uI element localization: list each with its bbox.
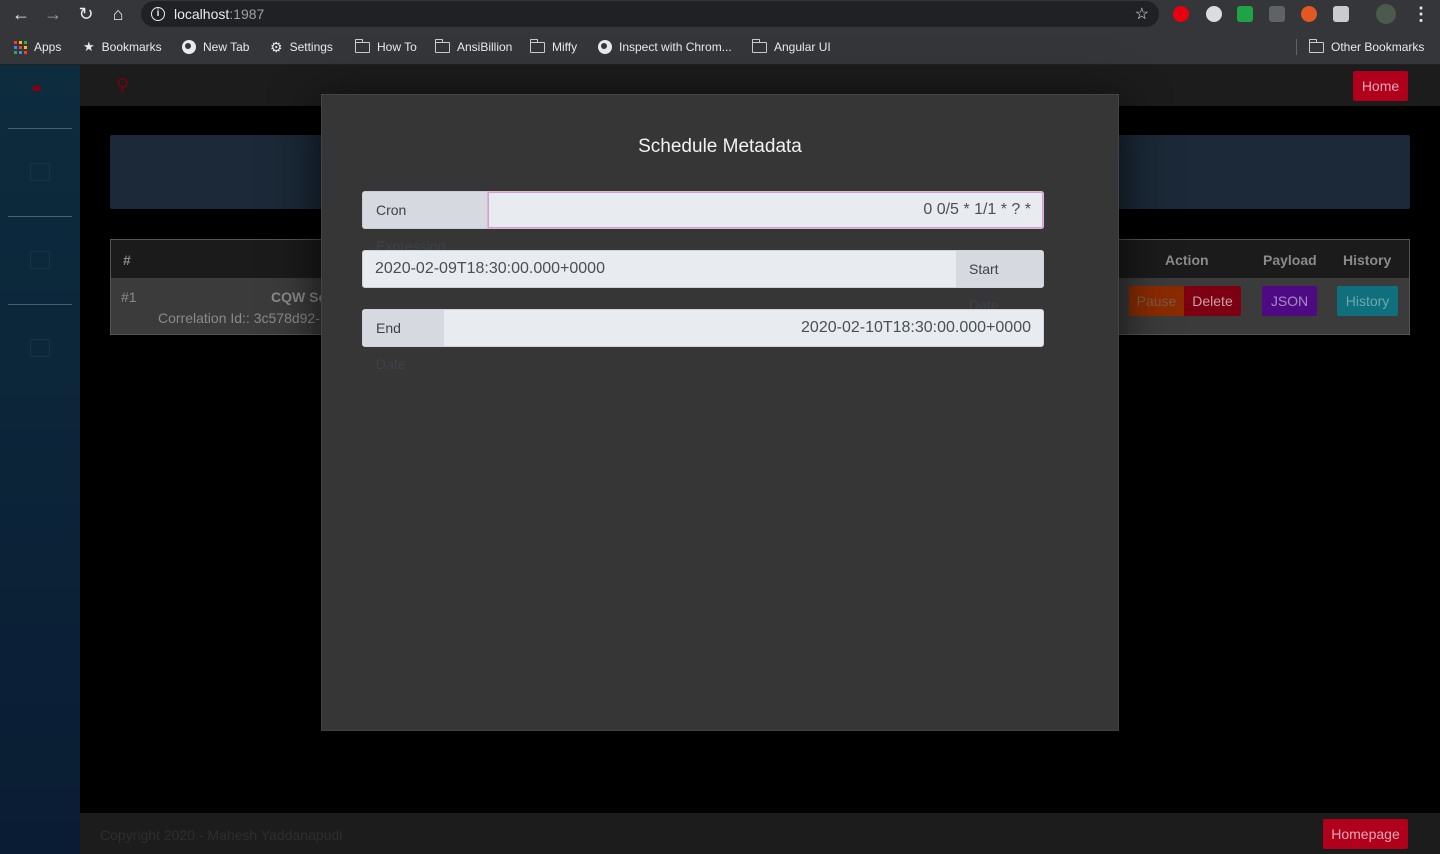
bookmark-label: Bookmarks — [101, 40, 162, 54]
sidebar-item-icon[interactable] — [30, 251, 50, 269]
sidebar-divider — [8, 216, 72, 217]
extension-tools-icon[interactable] — [1206, 6, 1222, 22]
globe-icon — [182, 40, 196, 54]
extension-red-icon[interactable] — [1173, 6, 1189, 22]
start-date-group: 2020-02-09T18:30:00.000+0000 Start Date — [362, 250, 1044, 313]
gear-icon: ⚙ — [270, 38, 283, 55]
bookmark-settings[interactable]: ⚙ Settings — [270, 39, 333, 55]
folder-icon — [1308, 38, 1324, 53]
end-date-group: End Date 2020-02-10T18:30:00.000+0000 — [362, 309, 1044, 372]
forward-icon[interactable]: → — [41, 3, 65, 25]
bookmark-star-icon[interactable]: ☆ — [1135, 4, 1149, 24]
bookmark-ansibillion[interactable]: AnsiBillion — [434, 38, 513, 55]
address-bar[interactable]: i localhost:1987 ☆ — [141, 1, 1159, 27]
row-name: CQW Sc — [271, 289, 327, 305]
row-correlation-id: Correlation Id:: 3c578d92- — [158, 310, 320, 326]
bookmark-label: Miffy — [552, 40, 578, 54]
modal-title: Schedule Metadata — [638, 136, 802, 157]
sidebar: ⚭ — [0, 65, 80, 854]
globe-icon — [598, 40, 612, 54]
schedule-metadata-modal: Schedule Metadata Cron Expression 0 0/5 … — [321, 94, 1119, 731]
sidebar-divider — [8, 304, 72, 305]
sidebar-item-icon[interactable] — [30, 339, 50, 357]
folder-icon — [529, 38, 545, 53]
cron-expression-value: 0 0/5 * 1/1 * ? * — [923, 201, 1031, 218]
bookmark-label: Settings — [289, 40, 333, 54]
star-icon: ★ — [83, 39, 95, 54]
end-date-label: End Date — [363, 310, 444, 372]
extension-orange-icon[interactable] — [1301, 6, 1317, 22]
bookmark-bookmarks[interactable]: ★ Bookmarks — [83, 39, 162, 55]
cron-expression-input[interactable]: 0 0/5 * 1/1 * ? * — [487, 191, 1044, 229]
extension-cast-icon[interactable] — [1333, 6, 1349, 22]
browser-menu-icon[interactable]: ⋮ — [1412, 4, 1430, 24]
history-button[interactable]: History — [1337, 286, 1398, 316]
app-footer: Copyright 2020 - Mahesh Yaddanapudi Home… — [80, 813, 1440, 854]
delete-button[interactable]: Delete — [1184, 286, 1241, 316]
bookmark-label: Angular UI — [774, 40, 831, 54]
reload-icon[interactable]: ↻ — [74, 3, 98, 25]
row-index: #1 — [121, 289, 137, 305]
bookmark-inspect[interactable]: Inspect with Chrom... — [598, 39, 732, 55]
sidebar-divider — [8, 128, 72, 129]
homepage-button[interactable]: Homepage — [1323, 819, 1408, 849]
bookmark-angular-ui[interactable]: Angular UI — [751, 38, 831, 55]
bookmark-miffy[interactable]: Miffy — [529, 38, 578, 55]
bookmark-label: AnsiBillion — [457, 40, 513, 54]
cron-expression-label: Cron Expression — [363, 192, 487, 254]
url-text: localhost:1987 — [174, 6, 265, 22]
back-icon[interactable]: ← — [9, 3, 33, 25]
copyright-text: Copyright 2020 - Mahesh Yaddanapudi — [100, 827, 343, 843]
bookmark-label: Apps — [34, 40, 62, 54]
bookmark-other[interactable]: Other Bookmarks — [1308, 38, 1425, 55]
bookmark-apps[interactable]: Apps — [14, 39, 61, 55]
column-payload: Payload — [1263, 252, 1317, 268]
apps-icon — [14, 40, 27, 54]
bookmark-new-tab[interactable]: New Tab — [182, 39, 249, 55]
pause-button[interactable]: Pause — [1129, 286, 1184, 316]
home-button[interactable]: Home — [1353, 71, 1408, 101]
bookmarks-bar: Apps ★ Bookmarks New Tab ⚙ Settings How … — [0, 29, 1440, 65]
extension-cors-icon[interactable] — [1237, 6, 1253, 22]
bookmark-label: New Tab — [203, 40, 250, 54]
start-date-input[interactable]: 2020-02-09T18:30:00.000+0000 — [375, 251, 605, 287]
folder-icon — [751, 38, 767, 53]
end-date-input[interactable]: 2020-02-10T18:30:00.000+0000 — [801, 310, 1031, 346]
bookmarks-divider — [1296, 39, 1297, 55]
home-icon[interactable]: ⌂ — [106, 3, 130, 25]
column-index: # — [123, 252, 131, 268]
logo-icon: ⚭ — [30, 81, 44, 98]
bookmark-label: Other Bookmarks — [1331, 40, 1425, 54]
folder-icon — [434, 38, 450, 53]
browser-toolbar: ← → ↻ ⌂ i localhost:1987 ☆ ⋮ — [0, 0, 1440, 29]
extension-display-icon[interactable] — [1269, 6, 1285, 22]
site-info-icon[interactable]: i — [151, 7, 165, 21]
bookmark-how-to[interactable]: How To — [354, 38, 417, 55]
bookmark-label: How To — [377, 40, 417, 54]
folder-icon — [354, 38, 370, 53]
column-action: Action — [1165, 252, 1209, 268]
start-date-label: Start Date — [956, 251, 1043, 313]
column-history: History — [1343, 252, 1392, 268]
json-button[interactable]: JSON — [1262, 286, 1317, 316]
search-icon[interactable]: ⚲ — [116, 75, 129, 96]
sidebar-item-icon[interactable] — [30, 163, 50, 181]
cron-expression-group: Cron Expression 0 0/5 * 1/1 * ? * — [362, 191, 1044, 254]
profile-avatar[interactable] — [1376, 4, 1396, 24]
bookmark-label: Inspect with Chrom... — [619, 40, 732, 54]
